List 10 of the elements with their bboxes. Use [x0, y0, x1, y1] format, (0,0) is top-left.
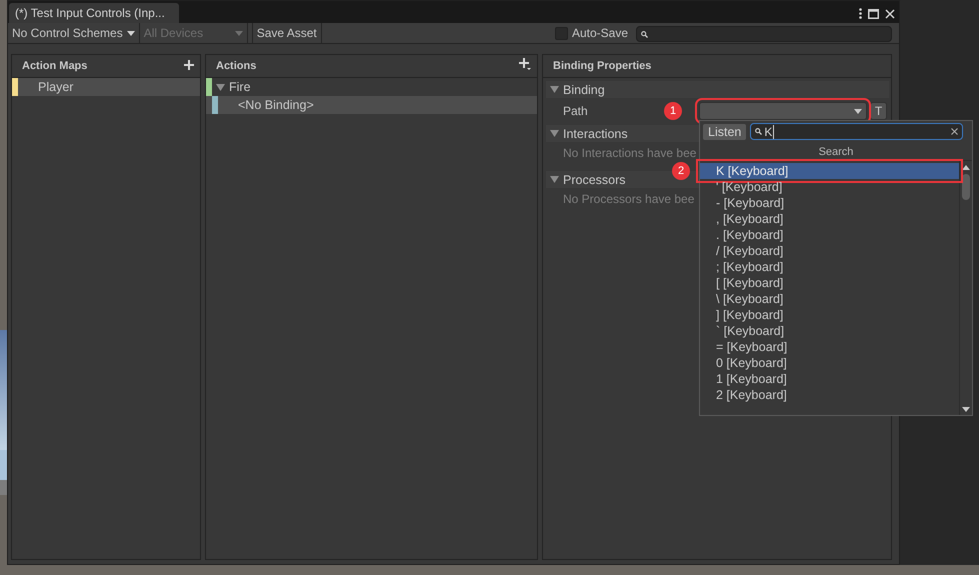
panel-title: Action Maps	[22, 60, 88, 72]
search-text: K	[764, 124, 774, 138]
panel-title: Actions	[216, 60, 256, 72]
auto-save-label: Auto-Save	[572, 26, 628, 40]
search-heading: Search	[700, 140, 972, 161]
path-label: Path	[563, 104, 588, 118]
annotation-number-badge: 1	[664, 102, 682, 120]
panel-title: Binding Properties	[553, 60, 652, 72]
empty-message: No Interactions have bee	[563, 146, 696, 160]
empty-message: No Processors have bee	[563, 192, 694, 206]
